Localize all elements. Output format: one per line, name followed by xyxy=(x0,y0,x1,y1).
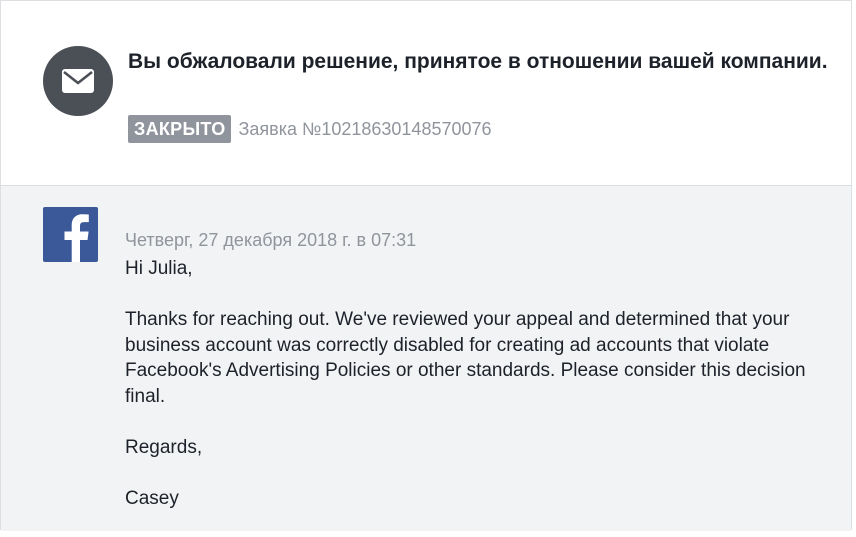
message-text: Thanks for reaching out. We've reviewed … xyxy=(125,309,806,407)
message-body: Hi Julia, Thanks for reaching out. We've… xyxy=(125,256,825,537)
message-thread: Четверг, 27 декабря 2018 г. в 07:31 Hi J… xyxy=(1,186,851,531)
facebook-logo-icon xyxy=(43,207,98,262)
ticket-number: Заявка №10218630148570076 xyxy=(238,118,492,139)
message-timestamp: Четверг, 27 декабря 2018 г. в 07:31 xyxy=(125,230,417,250)
ticket-header: Вы обжаловали решение, принятое в отноше… xyxy=(1,1,851,186)
message-signature: Casey xyxy=(125,487,179,509)
envelope-icon xyxy=(43,46,113,116)
message-closing: Regards, xyxy=(125,436,203,458)
ticket-title: Вы обжаловали решение, принятое в отноше… xyxy=(128,50,828,73)
status-badge: ЗАКРЫТО xyxy=(128,115,231,143)
message-greeting: Hi Julia, xyxy=(125,258,193,279)
support-inbox-panel: Вы обжаловали решение, принятое в отноше… xyxy=(0,0,852,531)
ticket-meta: ЗАКРЫТО Заявка №10218630148570076 xyxy=(128,115,492,143)
